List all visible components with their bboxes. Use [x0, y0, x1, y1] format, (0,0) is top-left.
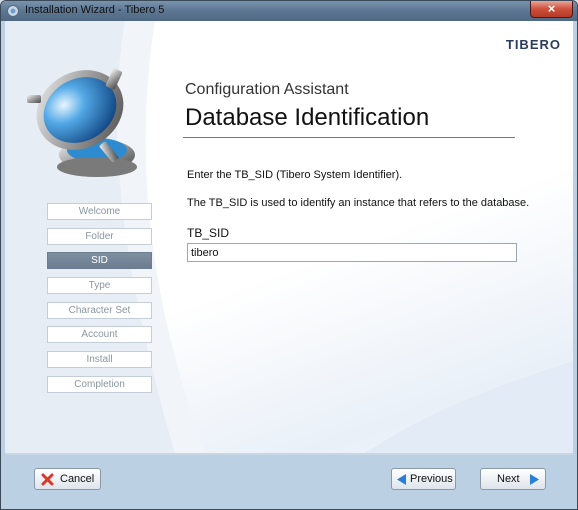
- step-welcome: Welcome: [47, 203, 152, 220]
- brand-logo: TIBERO: [505, 37, 561, 52]
- arrow-right-icon: [530, 474, 539, 485]
- next-label: Next: [497, 473, 520, 485]
- previous-label: Previous: [410, 473, 453, 485]
- close-button[interactable]: ×: [530, 1, 573, 18]
- description-text: The TB_SID is used to identify an instan…: [187, 197, 530, 209]
- step-account: Account: [47, 326, 152, 344]
- arrow-left-icon: [397, 474, 406, 485]
- next-button[interactable]: Next: [480, 468, 546, 490]
- sid-input[interactable]: [187, 243, 517, 262]
- product-logo: [27, 68, 137, 177]
- window-title: Installation Wizard - Tibero 5: [25, 4, 165, 16]
- step-install: Install: [47, 351, 152, 369]
- title-divider: [183, 137, 515, 138]
- step-sid: SID: [47, 252, 152, 270]
- installer-window: Installation Wizard - Tibero 5 × TIBERO …: [0, 0, 578, 510]
- cancel-label: Cancel: [60, 473, 95, 485]
- wizard-content: TIBERO Configuration Assistant Database …: [5, 21, 573, 453]
- cancel-button[interactable]: Cancel: [34, 468, 101, 490]
- step-folder: Folder: [47, 227, 152, 245]
- previous-button[interactable]: Previous: [391, 468, 456, 490]
- sid-field-label: TB_SID: [187, 226, 230, 240]
- instruction-text: Enter the TB_SID (Tibero System Identifi…: [187, 169, 403, 181]
- close-icon: ×: [547, 1, 556, 16]
- title-bar[interactable]: Installation Wizard - Tibero 5 ×: [1, 1, 577, 21]
- step-type: Type: [47, 277, 152, 295]
- cancel-icon: [41, 473, 54, 486]
- page-title: Database Identification: [185, 104, 430, 131]
- page-subtitle: Configuration Assistant: [185, 81, 349, 98]
- step-character-set: Character Set: [47, 301, 152, 319]
- app-icon: [7, 5, 19, 17]
- wizard-steps: Welcome Folder SID Type Character Set Ac…: [47, 203, 152, 401]
- footer-divider: [5, 453, 573, 455]
- step-completion: Completion: [47, 375, 152, 393]
